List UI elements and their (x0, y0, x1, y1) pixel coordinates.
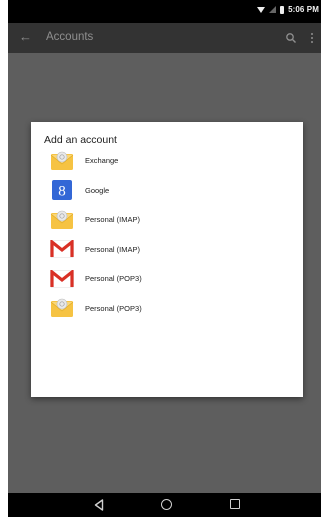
list-item-label: Personal (IMAP) (85, 244, 141, 254)
gmail-icon (50, 268, 74, 290)
app-bar: ← Accounts (8, 23, 321, 53)
google-icon: 8 (50, 179, 74, 201)
search-icon[interactable] (285, 32, 297, 44)
page-title: Accounts (46, 31, 94, 43)
list-item-personal-pop3[interactable]: Personal (POP3) (31, 294, 303, 324)
nav-home-icon[interactable] (161, 499, 172, 510)
status-bar: 5:06 PM (8, 0, 321, 23)
svg-text:8: 8 (58, 184, 66, 200)
list-item-label: Google (85, 185, 110, 195)
device-screen: 5:06 PM ← Accounts Add an account Exchan… (8, 0, 321, 517)
list-item-google[interactable]: 8 Google (31, 176, 303, 206)
dimmed-content: Add an account Exchange 8 Google Persona… (8, 53, 321, 493)
dialog-title: Add an account (44, 134, 117, 146)
back-arrow-icon[interactable]: ← (19, 30, 32, 44)
wifi-icon (257, 6, 266, 13)
list-item-label: Exchange (85, 156, 119, 166)
envelope-icon (50, 150, 74, 172)
battery-icon (280, 5, 285, 14)
status-time: 5:06 PM (288, 5, 319, 14)
status-icons: 5:06 PM (257, 5, 319, 14)
list-item-exchange[interactable]: Exchange (31, 146, 303, 176)
list-item-label: Personal (IMAP) (85, 215, 141, 225)
nav-back-icon[interactable] (94, 499, 104, 511)
navigation-bar (8, 493, 321, 517)
list-item-personal-pop3-gmail[interactable]: Personal (POP3) (31, 264, 303, 294)
overflow-menu-icon[interactable] (309, 32, 315, 44)
list-item-personal-imap-gmail[interactable]: Personal (IMAP) (31, 235, 303, 265)
nav-recents-icon[interactable] (230, 499, 240, 509)
signal-icon (269, 6, 277, 13)
account-type-list: Exchange 8 Google Personal (IMAP) Person… (31, 146, 303, 323)
envelope-icon (50, 209, 74, 231)
list-item-personal-imap[interactable]: Personal (IMAP) (31, 205, 303, 235)
add-account-dialog: Add an account Exchange 8 Google Persona… (31, 122, 303, 397)
list-item-label: Personal (POP3) (85, 303, 142, 313)
list-item-label: Personal (POP3) (85, 274, 142, 284)
gmail-icon (50, 238, 74, 260)
envelope-icon (50, 297, 74, 319)
